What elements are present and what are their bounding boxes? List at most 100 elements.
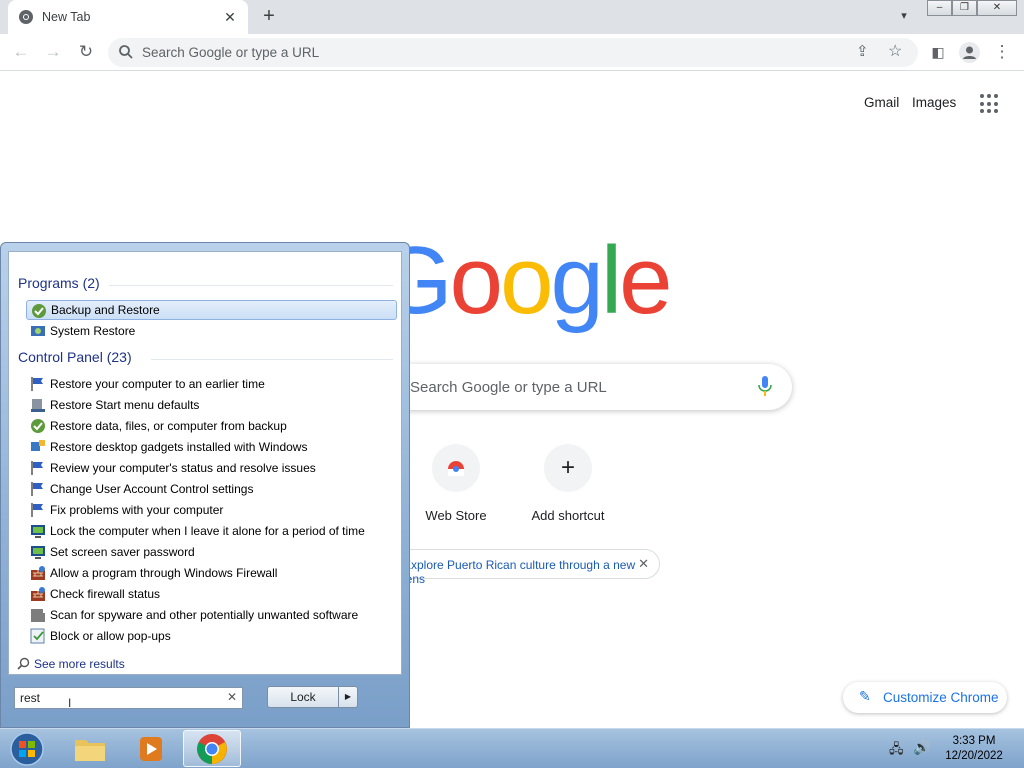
control-panel-label: Change User Account Control settings [50, 482, 254, 496]
action-center-flag-icon [31, 461, 43, 475]
power-options-arrow-icon[interactable]: ▶ [338, 686, 358, 708]
minimize-button[interactable]: – [927, 0, 952, 16]
chrome-icon [197, 734, 227, 764]
control-panel-label: Block or allow pop-ups [50, 629, 171, 643]
display-icon [31, 546, 45, 559]
action-center-flag-icon [31, 503, 43, 517]
close-icon[interactable]: ✕ [638, 556, 649, 572]
google-apps-icon[interactable] [980, 94, 1000, 114]
shortcut-label: Add shortcut [531, 508, 605, 523]
network-icon[interactable]: 🖧 [889, 740, 904, 762]
logo-letter: l [600, 227, 622, 334]
windows-logo-icon [10, 732, 44, 766]
add-shortcut-button[interactable]: + [544, 444, 592, 492]
pencil-icon: ✎ [859, 688, 871, 704]
text-cursor-icon: I [68, 696, 72, 710]
reload-icon[interactable]: ↻ [74, 40, 98, 64]
images-link[interactable]: Images [912, 95, 956, 110]
start-search-input[interactable]: rest I ✕ [14, 687, 243, 710]
control-panel-item[interactable]: Set screen saver password [26, 542, 397, 562]
control-panel-item[interactable]: Lock the computer when I leave it alone … [26, 521, 397, 541]
side-panel-icon[interactable]: ◧ [926, 40, 950, 64]
microphone-icon[interactable] [758, 376, 772, 398]
web-store-shortcut[interactable] [432, 444, 480, 492]
logo-letter: o [449, 227, 503, 334]
share-icon[interactable]: ⇪ [856, 42, 869, 60]
see-more-results-link[interactable]: See more results [17, 657, 125, 671]
control-panel-item[interactable]: Restore desktop gadgets installed with W… [26, 437, 397, 457]
taskbar-media-player-button[interactable] [122, 730, 180, 767]
shortcut-label: Web Store [425, 508, 487, 523]
program-item[interactable]: System Restore [26, 321, 397, 341]
firewall-icon [31, 587, 45, 601]
taskbar-clock[interactable]: 3:33 PM 12/20/2022 [934, 734, 1014, 764]
promo-chip[interactable]: Explore Puerto Rican culture through a n… [390, 549, 660, 586]
control-panel-item[interactable]: Change User Account Control settings [26, 479, 397, 499]
omnibox[interactable]: Search Google or type a URL ⇪ ☆ [108, 38, 918, 67]
internet-options-icon [30, 628, 45, 644]
volume-icon[interactable]: 🔊 [913, 739, 930, 756]
clear-search-icon[interactable]: ✕ [227, 690, 237, 704]
search-icon [17, 657, 30, 670]
bookmark-star-icon[interactable]: ☆ [888, 41, 902, 61]
control-panel-label: Restore data, files, or computer from ba… [50, 419, 287, 433]
ntp-search-placeholder: Search Google or type a URL [410, 379, 607, 396]
system-restore-icon [31, 326, 45, 336]
promo-chip-text: Explore Puerto Rican culture through a n… [403, 558, 636, 586]
clock-date: 12/20/2022 [945, 750, 1003, 762]
back-icon[interactable]: ← [9, 40, 33, 64]
control-panel-item[interactable]: Allow a program through Windows Firewall [26, 563, 397, 583]
search-icon [119, 45, 133, 59]
taskbar-explorer-button[interactable] [61, 730, 119, 767]
control-panel-label: Check firewall status [50, 587, 161, 601]
see-more-label: See more results [34, 657, 125, 671]
control-panel-item[interactable]: Block or allow pop-ups [26, 626, 397, 646]
logo-letter: e [619, 227, 672, 334]
firewall-icon [31, 566, 45, 580]
control-panel-label: Scan for spyware and other potentially u… [50, 608, 359, 622]
ntp-search-box[interactable]: Search Google or type a URL [380, 364, 792, 410]
close-tab-icon[interactable]: ✕ [222, 9, 238, 26]
control-panel-item[interactable]: Check firewall status [26, 584, 397, 604]
chrome-favicon-icon [19, 10, 33, 24]
tab-new-tab[interactable]: New Tab ✕ [8, 0, 248, 34]
control-panel-item[interactable]: Restore data, files, or computer from ba… [26, 416, 397, 436]
google-logo: Google [378, 226, 673, 336]
control-panel-item[interactable]: Review your computer's status and resolv… [26, 458, 397, 478]
control-panel-item[interactable]: Fix problems with your computer [26, 500, 397, 520]
action-center-flag-icon [31, 482, 43, 496]
defender-icon [31, 609, 45, 622]
clock-time: 3:33 PM [952, 735, 996, 747]
start-menu-results: Programs (2) Backup and Restore System R… [8, 251, 402, 675]
control-panel-label: Restore desktop gadgets installed with W… [50, 440, 308, 454]
control-panel-label: Restore Start menu defaults [50, 398, 200, 412]
control-panel-item[interactable]: Restore your computer to an earlier time [26, 374, 397, 394]
logo-letter: g [550, 227, 603, 334]
taskbar-chrome-button[interactable] [183, 730, 241, 767]
start-search-value: rest [20, 691, 41, 705]
program-item[interactable]: Backup and Restore [26, 300, 397, 320]
forward-icon[interactable]: → [41, 40, 65, 64]
lock-button[interactable]: Lock [267, 686, 339, 708]
customize-chrome-button[interactable]: ✎ Customize Chrome [843, 682, 1007, 713]
gmail-link[interactable]: Gmail [864, 95, 899, 110]
program-label: Backup and Restore [51, 303, 160, 317]
customize-label: Customize Chrome [883, 690, 999, 705]
start-menu: Programs (2) Backup and Restore System R… [0, 242, 410, 728]
taskbar-icon [31, 399, 45, 412]
maximize-button[interactable]: ❐ [952, 0, 977, 16]
control-panel-label: Set screen saver password [50, 545, 195, 559]
close-window-button[interactable]: ✕ [977, 0, 1017, 16]
profile-avatar-icon[interactable] [959, 42, 980, 63]
menu-kebab-icon[interactable]: ⋮ [990, 40, 1014, 64]
control-panel-item[interactable]: Restore Start menu defaults [26, 395, 397, 415]
start-button[interactable] [8, 731, 46, 767]
control-panel-item[interactable]: Scan for spyware and other potentially u… [26, 605, 397, 625]
tab-search-chevron-icon[interactable]: ▾ [894, 6, 914, 26]
media-player-icon [140, 737, 162, 761]
new-tab-button[interactable]: + [256, 5, 282, 29]
control-panel-label: Allow a program through Windows Firewall [50, 566, 278, 580]
control-panel-label: Restore your computer to an earlier time [50, 377, 265, 391]
program-label: System Restore [50, 324, 136, 338]
display-icon [31, 525, 45, 538]
